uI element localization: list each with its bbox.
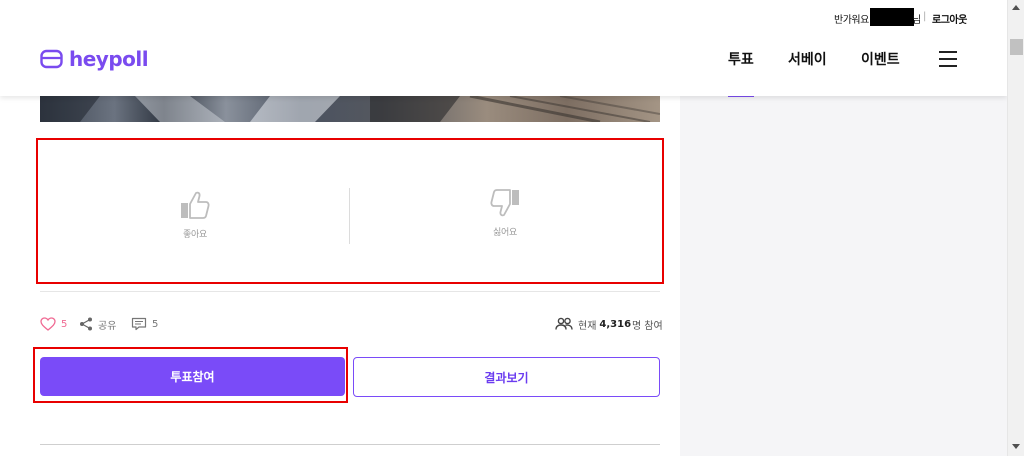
greeting-text: 반가워요	[834, 15, 869, 26]
reaction-panel: 좋아요 싫어요	[40, 140, 660, 282]
scroll-down-arrow-icon[interactable]	[1012, 444, 1020, 449]
heypoll-logo-icon	[40, 49, 63, 69]
comment-icon	[131, 317, 147, 331]
scroll-up-arrow-icon[interactable]	[1012, 5, 1020, 10]
participant-count: 현재 4,316 명 참여	[555, 316, 663, 332]
dislike-button[interactable]: 싫어요	[350, 140, 660, 282]
heart-icon	[40, 317, 56, 331]
page: 반가워요 님 | 로그아웃 heypoll 투표 서베이 이벤트 좋아요 싫어요…	[0, 0, 1024, 456]
comment-count[interactable]: 5	[131, 316, 158, 332]
scrollbar[interactable]	[1007, 0, 1024, 456]
comment-count-value: 5	[152, 318, 159, 330]
nav-vote[interactable]: 투표	[728, 49, 754, 69]
participants-prefix: 현재	[578, 320, 597, 332]
logo-wordmark: heypoll	[69, 47, 149, 71]
participants-number: 4,316	[599, 318, 632, 330]
nav-survey[interactable]: 서베이	[788, 49, 827, 69]
thumbs-down-icon	[490, 189, 519, 217]
share-icon	[80, 317, 92, 331]
share-label: 공유	[98, 320, 117, 332]
scroll-thumb[interactable]	[1010, 39, 1023, 55]
view-results-button[interactable]: 결과보기	[353, 357, 660, 397]
logout-link[interactable]: 로그아웃	[932, 11, 967, 26]
people-icon	[555, 317, 573, 330]
redacted-username	[870, 8, 914, 26]
poll-image	[40, 96, 660, 122]
divider	[40, 291, 660, 292]
join-vote-button[interactable]: 투표참여	[40, 357, 345, 396]
heypoll-logo[interactable]: heypoll	[40, 46, 149, 72]
like-button[interactable]: 좋아요	[40, 140, 350, 282]
dislike-label: 싫어요	[493, 228, 517, 238]
participants-suffix: 참여	[644, 320, 663, 332]
hamburger-icon[interactable]	[939, 51, 957, 67]
site-header: 반가워요 님 | 로그아웃 heypoll 투표 서베이 이벤트	[0, 0, 1007, 96]
participants-unit: 명	[632, 320, 642, 332]
utility-bar: 반가워요 님 | 로그아웃	[0, 8, 1007, 26]
divider	[40, 444, 660, 445]
like-count-value: 5	[61, 318, 68, 330]
utility-separator: |	[923, 11, 927, 22]
like-label: 좋아요	[183, 230, 207, 240]
share-button[interactable]: 공유	[79, 316, 116, 332]
greeting-suffix: 님	[912, 15, 922, 26]
like-count[interactable]: 5	[40, 316, 67, 332]
thumbs-up-icon	[181, 191, 210, 219]
nav-event[interactable]: 이벤트	[861, 49, 900, 69]
